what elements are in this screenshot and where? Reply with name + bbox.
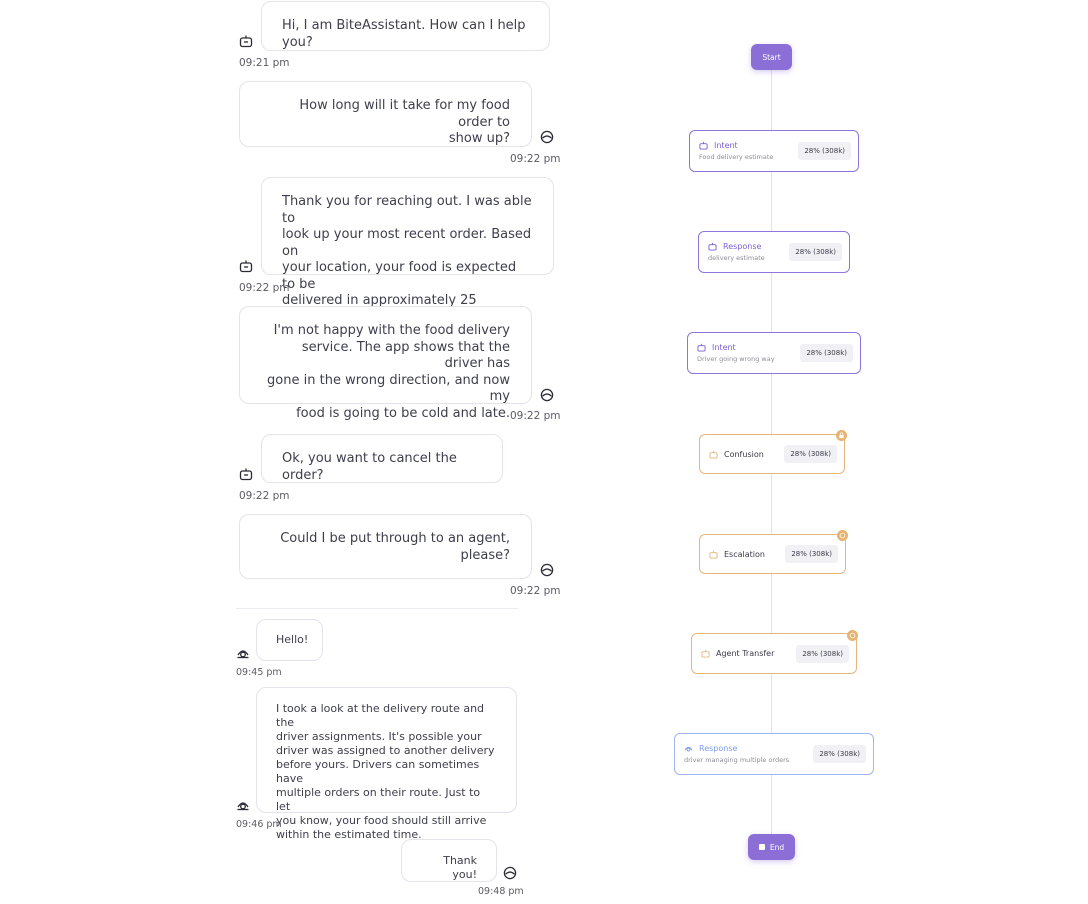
flow-node-agent-response[interactable]: Response driver managing multiple orders… xyxy=(674,733,874,775)
user-avatar-icon xyxy=(503,866,517,880)
stop-icon xyxy=(758,844,765,850)
flow-node-escalation[interactable]: Escalation 28% (308k) xyxy=(699,534,846,574)
flow-node-intent[interactable]: Intent Food delivery estimate 28% (308k) xyxy=(689,130,859,172)
bot-icon xyxy=(699,141,708,150)
flow-node-subtitle: Driver going wrong way xyxy=(697,355,775,363)
message-timestamp: 09:22 pm xyxy=(510,585,561,597)
flow-node-title: Intent xyxy=(712,343,736,352)
flow-end-label: End xyxy=(769,842,785,852)
flow-node-title: Escalation xyxy=(724,549,765,559)
message-timestamp: 09:46 pm xyxy=(236,819,282,830)
bot-message: Thank you for reaching out. I was able t… xyxy=(261,177,554,325)
bot-icon xyxy=(709,450,718,459)
flow-node-agent-transfer[interactable]: Agent Transfer 28% (308k) xyxy=(691,633,857,674)
bot-avatar-icon xyxy=(239,467,253,481)
message-timestamp: 09:45 pm xyxy=(236,667,282,678)
message-timestamp: 09:22 pm xyxy=(239,282,290,294)
flow-node-title: Confusion xyxy=(724,449,764,459)
lock-icon xyxy=(836,430,847,441)
flow-node-stat: 28% (308k) xyxy=(800,344,853,362)
flow-node-title: Response xyxy=(723,242,762,251)
bot-icon xyxy=(701,649,710,658)
agent-avatar-icon xyxy=(236,646,250,660)
agent-message: I took a look at the delivery route and … xyxy=(256,687,517,841)
bot-message: Ok, you want to cancel the order? xyxy=(261,434,503,483)
user-message: I'm not happy with the food delivery ser… xyxy=(239,306,532,421)
bot-avatar-icon xyxy=(239,34,253,48)
flow-start-label: Start xyxy=(762,52,781,62)
emoji-icon xyxy=(837,530,848,541)
flow-node-stat: 28% (308k) xyxy=(785,545,838,563)
user-message: How long will it take for my food order … xyxy=(239,81,532,147)
message-timestamp: 09:22 pm xyxy=(510,153,561,165)
agent-handoff-divider xyxy=(236,608,518,609)
flow-node-subtitle: driver managing multiple orders xyxy=(684,756,790,764)
flow-node-confusion[interactable]: Confusion 28% (308k) xyxy=(699,434,845,474)
bot-icon xyxy=(697,343,706,352)
flow-node-intent[interactable]: Intent Driver going wrong way 28% (308k) xyxy=(687,332,861,374)
flow-node-title: Intent xyxy=(714,141,738,150)
user-avatar-icon xyxy=(540,130,554,144)
flow-node-response[interactable]: Response delivery estimate 28% (308k) xyxy=(698,231,850,273)
flow-node-title: Agent Transfer xyxy=(716,649,775,658)
emoji-icon xyxy=(847,630,858,641)
bot-icon xyxy=(708,242,717,251)
message-timestamp: 09:22 pm xyxy=(239,490,290,502)
flow-node-stat: 28% (308k) xyxy=(813,745,866,763)
flow-node-stat: 28% (308k) xyxy=(789,243,842,261)
flow-node-stat: 28% (308k) xyxy=(798,142,851,160)
flow-node-title: Response xyxy=(699,744,738,753)
user-message: Thank you! xyxy=(401,839,497,882)
user-message: Could I be put through to an agent, plea… xyxy=(239,514,532,579)
message-timestamp: 09:22 pm xyxy=(510,410,561,422)
flow-node-stat: 28% (308k) xyxy=(784,445,837,463)
bot-message: Hi, I am BiteAssistant. How can I help y… xyxy=(261,1,550,51)
flow-node-subtitle: Food delivery estimate xyxy=(699,153,774,161)
user-avatar-icon xyxy=(540,563,554,577)
message-timestamp: 09:21 pm xyxy=(239,57,290,69)
agent-message: Hello! xyxy=(256,619,323,661)
agent-avatar-icon xyxy=(236,798,250,812)
flow-start-node[interactable]: Start xyxy=(751,44,792,70)
message-timestamp: 09:48 pm xyxy=(478,886,524,897)
flow-end-node[interactable]: End xyxy=(748,834,795,860)
bot-icon xyxy=(709,550,718,559)
flow-node-stat: 28% (308k) xyxy=(796,644,849,663)
bot-avatar-icon xyxy=(239,259,253,273)
flow-node-subtitle: delivery estimate xyxy=(708,254,765,262)
user-avatar-icon xyxy=(540,388,554,402)
agent-icon xyxy=(684,746,693,752)
